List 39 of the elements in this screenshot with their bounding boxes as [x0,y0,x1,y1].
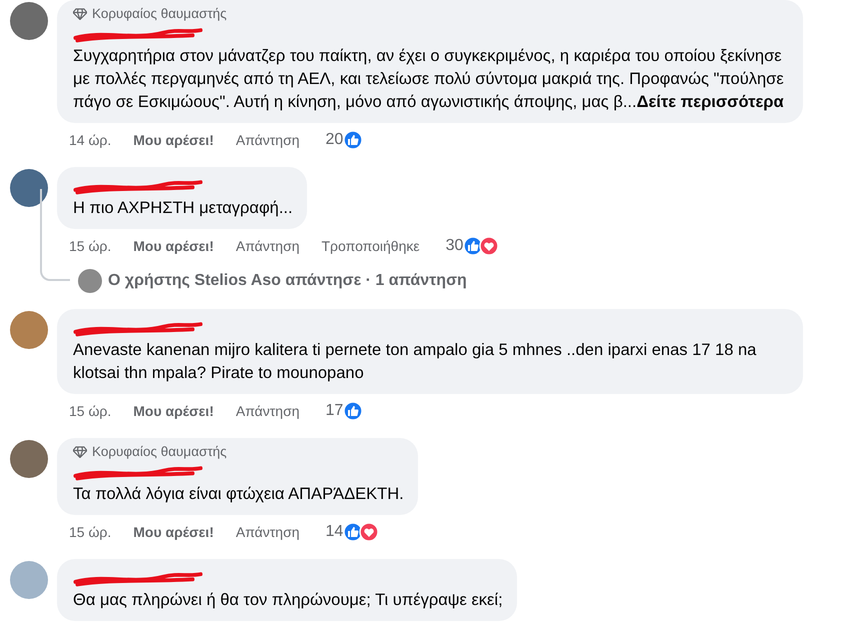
see-more-link[interactable]: Δείτε περισσότερα [636,93,784,111]
like-reaction-icon[interactable] [463,236,484,256]
comment-text: Anevaste kanenan mijro kalitera ti pernete ton ampalo gia 5 mhnes ..den iparxi enas 17 18 na klotsai thn mpala? Pirate to mounopano [73,340,758,384]
like-reaction-icon[interactable] [343,522,364,542]
comment-text: Η πιο ΑΧΡΗΣΤΗ μεταγραφή... [73,198,293,219]
view-replies-link[interactable]: Ο χρήστης Stelios Aso απάντησε · 1 απάντηση [108,272,467,290]
reply-link[interactable]: Απάντηση [236,403,300,419]
reaction-count: 20 [326,131,344,149]
top-fan-label: Κορυφαίος θαυμαστής [92,444,227,459]
timestamp[interactable]: 15 ώρ. [69,524,112,540]
reaction-count: 14 [326,523,344,541]
avatar[interactable] [10,169,48,207]
timestamp[interactable]: 15 ώρ. [69,238,112,254]
reply-link[interactable]: Απάντηση [236,524,300,540]
like-reaction-icon[interactable] [343,130,364,150]
like-link[interactable]: Μου αρέσει! [133,403,214,419]
heart-reaction-icon[interactable] [479,236,500,256]
comment-text: Θα μας πληρώνει ή θα τον πληρώνουμε; Τι υπέγραψε εκεί; [73,590,503,611]
diamond-icon [73,446,87,458]
like-link[interactable]: Μου αρέσει! [133,524,214,540]
avatar[interactable] [10,440,48,478]
avatar[interactable] [10,311,48,349]
comment-text: Συγχαρητήρια στον μάνατζερ του παίκτη, αν έχει ο συγκεκριμένος, η καριέρα του οποίου ξεκίνησε με πολλές περγαμηνές από τη ΑΕΛ, και τελείωσε πολύ σύντομα μακριά της. Προφανώς "πούλησε πάγο σε Εσκιμώους". Αυτή η κίνηση, μόνο από αγωνιστικής άποψης, μας β...Δείτε περισσότερα [73,46,785,113]
avatar[interactable] [78,269,102,293]
like-link[interactable]: Μου αρέσει! [133,238,214,254]
reply-link[interactable]: Απάντηση [236,238,300,254]
diamond-icon [73,8,87,20]
reaction-count: 17 [326,402,344,420]
like-reaction-icon[interactable] [343,401,364,421]
timestamp[interactable]: 14 ώρ. [69,132,112,148]
avatar[interactable] [10,2,48,40]
reply-link[interactable]: Απάντηση [236,132,300,148]
top-fan-label: Κορυφαίος θαυμαστής [92,6,227,21]
timestamp[interactable]: 15 ώρ. [69,403,112,419]
edited-label: Τροποποιήθηκε [322,238,420,254]
like-link[interactable]: Μου αρέσει! [133,132,214,148]
heart-reaction-icon[interactable] [359,522,380,542]
comment-text: Τα πολλά λόγια είναι φτώχεια ΑΠΑΡΆΔΕΚΤΗ. [73,484,404,505]
reaction-count: 30 [446,237,464,255]
